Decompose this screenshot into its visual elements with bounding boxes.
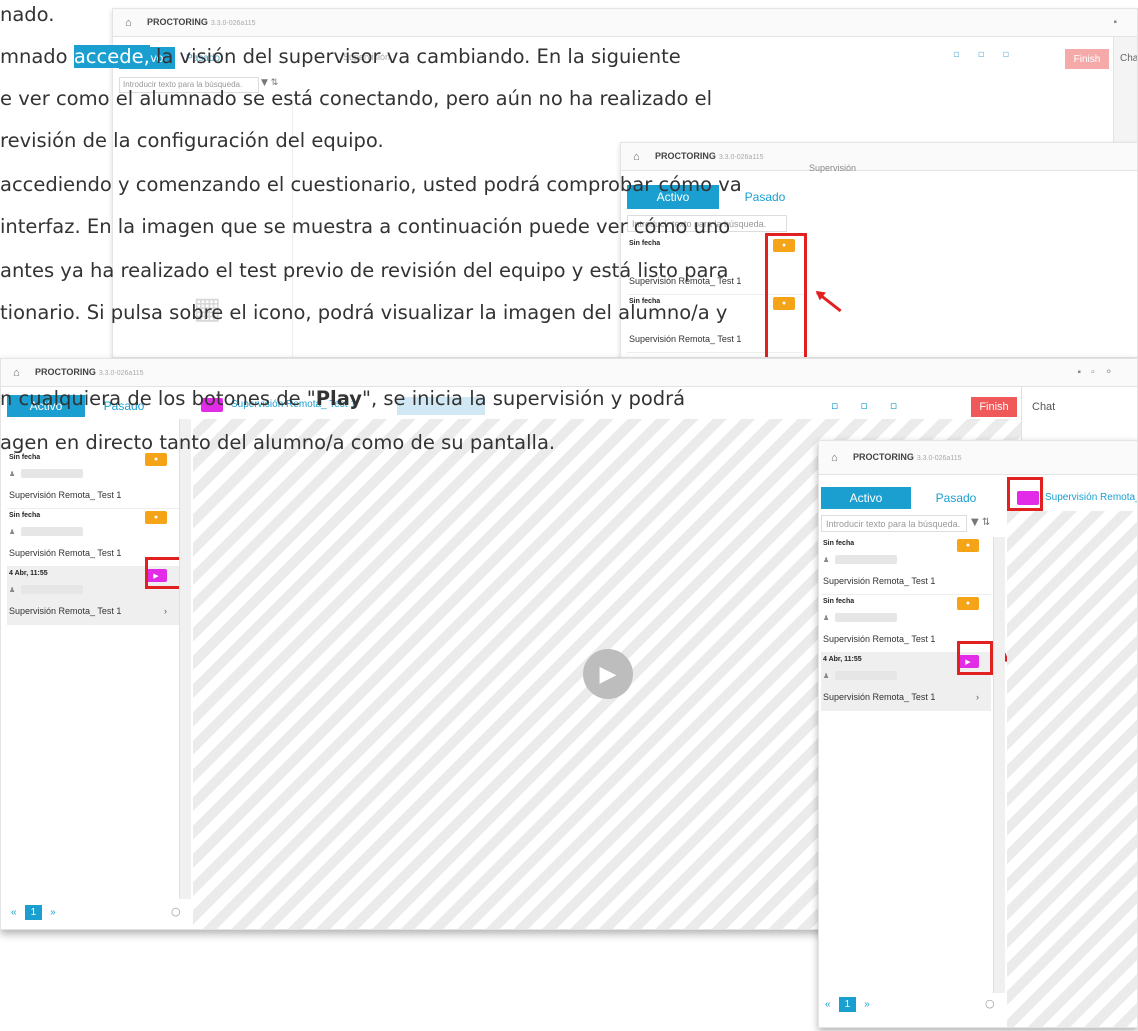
pagination: « 1 »	[11, 905, 56, 920]
list-scrollbar[interactable]	[993, 537, 1005, 993]
doc-line-7: antes ya ha realizado el test previo de …	[0, 259, 729, 282]
doc-line-8: tionario. Si pulsa sobre el icono, podrá…	[0, 301, 728, 324]
finish-button[interactable]: Finish	[971, 397, 1017, 417]
prev-page-button[interactable]: «	[11, 907, 17, 918]
item-date: Sin fecha	[823, 540, 855, 547]
app-header: ⌂ PROCTORING 3.3.0-026a115 ▪	[113, 9, 1137, 37]
filter-icon[interactable]: ▼ ⇅	[971, 517, 990, 528]
home-icon[interactable]: ⌂	[831, 452, 838, 464]
finish-button[interactable]: Finish	[1065, 49, 1109, 69]
list-item[interactable]: Sin fecha ● ♟ Supervisión Remota_ Test 1	[7, 451, 179, 509]
tab-pasado[interactable]: Pasado	[911, 487, 1001, 509]
user-name-blurred	[21, 469, 83, 478]
item-test: Supervisión Remota_ Test 1	[9, 548, 122, 558]
refresh-icon[interactable]: ○	[171, 905, 181, 918]
highlighted-word: accede,	[73, 45, 150, 68]
user-name-blurred	[21, 585, 83, 594]
highlight-box	[957, 641, 993, 675]
doc-line-10: agen en directo tanto del alumno/a como …	[0, 431, 556, 454]
home-icon[interactable]: ⌂	[633, 151, 640, 163]
app-header: ⌂ PROCTORING 3.3.0-026a115	[621, 143, 1137, 171]
home-icon[interactable]: ⌂	[125, 17, 132, 29]
chevron-right-icon[interactable]: ›	[976, 692, 979, 702]
item-test: Supervisión Remota_ Test 1	[823, 634, 936, 644]
video-area	[1007, 511, 1137, 1027]
app-brand: PROCTORING 3.3.0-026a115	[853, 452, 962, 462]
camera-icon[interactable]: ●	[957, 597, 979, 610]
user-icon: ♟	[9, 529, 16, 536]
doc-line-6: interfaz. En la imagen que se muestra a …	[0, 215, 731, 238]
play-circle-icon[interactable]: ▶	[583, 649, 633, 699]
chat-label: Cha	[1120, 53, 1138, 64]
chat-label: Chat	[1032, 401, 1056, 413]
header-icons[interactable]: ▪▫⚬	[1078, 367, 1123, 378]
item-date: Sin fecha	[9, 512, 41, 519]
home-icon[interactable]: ⌂	[13, 367, 20, 379]
next-page-button[interactable]: »	[50, 907, 56, 918]
app-brand: PROCTORING 3.3.0-026a115	[147, 17, 256, 27]
item-test: Supervisión Remota_ Test 1	[9, 490, 122, 500]
page-number[interactable]: 1	[24, 905, 43, 920]
pagination: « 1 »	[825, 997, 870, 1012]
tab-activo[interactable]: Activo	[821, 487, 911, 509]
search-input[interactable]: Introducir texto para la búsqueda.	[821, 515, 967, 532]
highlight-box	[1007, 477, 1043, 511]
item-date: Sin fecha	[629, 240, 661, 247]
annotation-arrow	[816, 291, 842, 313]
user-name-blurred	[835, 555, 897, 564]
doc-line-2: mnado accede, la visión del supervisor v…	[0, 45, 681, 68]
user-icon: ♟	[9, 471, 16, 478]
session-list: Sin fecha ● ♟ Supervisión Remota_ Test 1…	[821, 537, 991, 717]
user-name-blurred	[835, 671, 897, 680]
list-scrollbar[interactable]	[179, 419, 191, 899]
header-icons[interactable]: ▪	[1113, 17, 1127, 28]
user-icon: ♟	[823, 557, 830, 564]
session-title: Supervisión Remota_ Test 1	[1045, 492, 1138, 503]
chevron-right-icon[interactable]: ›	[164, 606, 167, 616]
app-brand: PROCTORING 3.3.0-026a115	[35, 367, 144, 377]
item-test: Supervisión Remota_ Test 1	[9, 606, 122, 616]
tabs: Activo Pasado	[821, 487, 1001, 509]
item-date: 4 Abr, 11:55	[823, 656, 862, 663]
camera-icon[interactable]: ●	[957, 539, 979, 552]
toolbar-icons[interactable]: ▫▫▫	[953, 49, 1027, 60]
user-icon: ♟	[9, 587, 16, 594]
supervision-label: Supervisión	[809, 163, 857, 173]
refresh-icon[interactable]: ○	[985, 997, 995, 1010]
doc-line-5: accediendo y comenzando el cuestionario,…	[0, 173, 742, 196]
prev-page-button[interactable]: «	[825, 999, 831, 1010]
app-header: ⌂ PROCTORING 3.3.0-026a115 ▪▫⚬	[1, 359, 1137, 387]
item-test: Supervisión Remota_ Test 1	[823, 576, 936, 586]
item-test: Supervisión Remota_ Test 1	[823, 692, 936, 702]
doc-line-1: nado.	[0, 3, 55, 26]
user-name-blurred	[835, 613, 897, 622]
user-icon: ♟	[823, 673, 830, 680]
doc-line-3: e ver como el alumnado se está conectand…	[0, 87, 712, 110]
item-date: Sin fecha	[823, 598, 855, 605]
highlight-box	[765, 233, 807, 357]
user-name-blurred	[21, 527, 83, 536]
app-brand: PROCTORING 3.3.0-026a115	[655, 151, 764, 161]
window-right: ⌂ PROCTORING 3.3.0-026a115 Activo Pasado …	[818, 440, 1138, 1028]
item-test: Supervisión Remota_ Test 1	[629, 334, 742, 344]
session-list: Sin fecha ● ♟ Supervisión Remota_ Test 1…	[7, 451, 179, 627]
play-emphasis: Play	[315, 387, 362, 410]
toolbar-icons[interactable]: ▫▫▫	[831, 399, 919, 412]
page-number[interactable]: 1	[838, 997, 857, 1012]
user-icon: ♟	[823, 615, 830, 622]
camera-icon[interactable]: ●	[145, 511, 167, 524]
app-header: ⌂ PROCTORING 3.3.0-026a115	[819, 441, 1137, 475]
item-date: 4 Abr, 11:55	[9, 570, 48, 577]
next-page-button[interactable]: »	[864, 999, 870, 1010]
doc-line-9: n cualquiera de los botones de "Play", s…	[0, 387, 686, 410]
doc-line-4: revisión de la configuración del equipo.	[0, 129, 384, 152]
list-item[interactable]: Sin fecha ● ♟ Supervisión Remota_ Test 1	[821, 537, 991, 595]
